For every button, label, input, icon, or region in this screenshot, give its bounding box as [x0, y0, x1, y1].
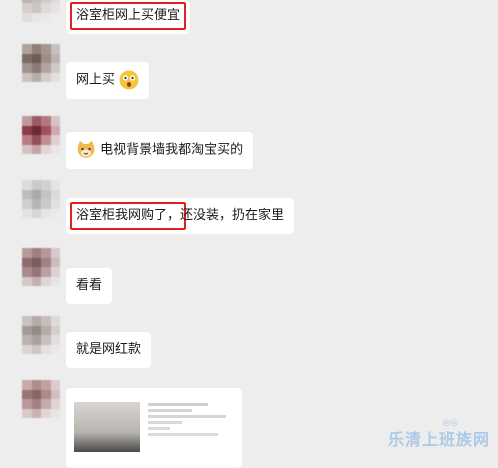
message-text: 浴室柜我网购了，	[76, 208, 181, 223]
message-bubble[interactable]: 就是网红款	[66, 332, 152, 368]
watermark: 乐清上班族网	[387, 430, 490, 449]
message-text: 还没装，扔在家里	[180, 208, 285, 223]
message-text: 就是网红款	[76, 342, 142, 357]
astonished-face-icon	[119, 70, 139, 90]
message-bubble[interactable]: 电视背景墙我都淘宝买的	[66, 132, 254, 169]
message-text: 电视背景墙我都淘宝买的	[100, 142, 244, 158]
avatar[interactable]	[22, 248, 60, 286]
avatar[interactable]	[22, 180, 60, 218]
avatar[interactable]	[22, 44, 60, 82]
message-bubble[interactable]: 看看	[66, 268, 113, 304]
avatar[interactable]	[22, 316, 60, 354]
highlight-box: 浴室柜我网购了，	[70, 202, 187, 230]
avatar[interactable]	[22, 0, 60, 22]
message-text: 看看	[76, 278, 103, 293]
product-card[interactable]	[66, 388, 242, 468]
avatar[interactable]	[22, 380, 60, 418]
highlight-box: 浴室柜网上买便宜	[70, 2, 187, 30]
message-text: 网上买	[76, 72, 116, 88]
message-bubble[interactable]: 浴室柜我网购了， 还没装，扔在家里	[66, 198, 295, 234]
cat-face-icon	[77, 141, 95, 158]
product-details	[148, 400, 234, 439]
product-thumbnail[interactable]	[74, 402, 140, 452]
message-bubble[interactable]: 网上买	[66, 62, 150, 99]
avatar[interactable]	[22, 116, 60, 154]
message-bubble[interactable]: 浴室柜网上买便宜	[66, 0, 191, 34]
message-text: 浴室柜网上买便宜	[76, 8, 181, 23]
